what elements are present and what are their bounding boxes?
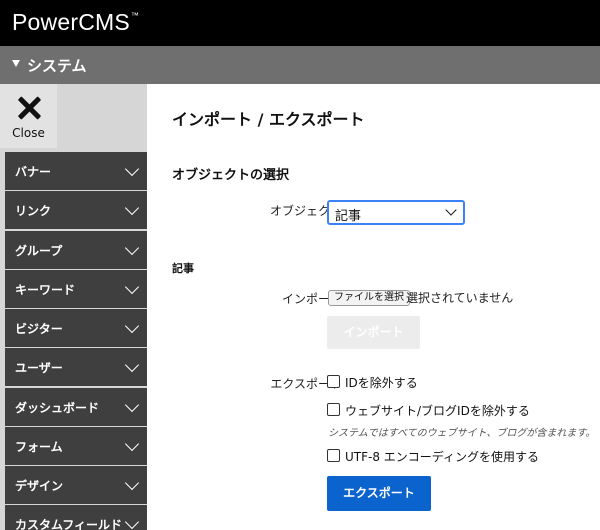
utf8-label: UTF-8 エンコーディングを使用する [345,450,539,464]
sidebar-item-label: フォーム [15,439,63,454]
sidebar-item-dashboard[interactable]: ダッシュボード [5,387,147,426]
sidebar-item-label: リンク [15,204,52,219]
brand-trademark: ™ [130,11,140,20]
import-button[interactable]: インポート [327,316,420,349]
chevron-down-icon [124,397,140,412]
chevron-down-icon [124,515,140,530]
brand-name: PowerCMS [12,9,130,35]
export-hint: システムではすべてのウェブサイト、ブログが含まれます。 [328,428,596,439]
sidebar-item-label: バナー [15,165,52,179]
exclude-blog-id-label: ウェブサイト/ブログIDを除外する [345,404,530,418]
brand-logo[interactable]: PowerCMS™ [12,9,139,36]
sidebar-item-label: ビジター [15,322,63,336]
sidebar-item-custom-field[interactable]: カスタムフィールド [5,505,147,530]
chevron-down-icon [124,201,140,216]
sidebar-item-keyword[interactable]: キーワード [5,269,147,308]
close-icon [15,94,43,122]
chevron-down-icon [124,161,140,177]
sidebar-item-label: ダッシュボード [15,400,100,415]
exclude-id-label: IDを除外する [345,376,418,390]
exclude-blog-id-checkbox[interactable] [327,403,340,416]
chevron-down-icon [124,358,140,373]
object-select-value: 記事 [335,209,362,224]
close-label: Close [12,126,45,140]
scope-bar[interactable]: システム [0,46,600,84]
main-content: インポート / エクスポート オブジェクトの選択 オブジェクト 記事 記事 イン… [147,84,600,530]
caret-down-icon [12,60,20,67]
file-status: 選択されていません [406,291,514,305]
scope-label: システム [27,57,87,75]
sidebar-item-label: ユーザー [15,361,63,376]
sidebar-item-visitor[interactable]: ビジター [5,309,147,347]
sidebar-menu: バナー リンク グループ キーワード ビジター ユーザー ダッシュボード フォー… [5,152,147,530]
sidebar-item-user[interactable]: ユーザー [5,348,147,387]
chevron-down-icon [124,318,140,334]
sidebar-item-label: グループ [15,243,63,258]
page-title: インポート / エクスポート [172,110,365,129]
chevron-down-icon [124,279,140,294]
chevron-down-icon [124,475,140,491]
choose-file-button[interactable]: ファイルを選択 [328,290,410,306]
chevron-down-icon [124,436,140,451]
sidebar-item-design[interactable]: デザイン [5,466,147,504]
sidebar-item-group[interactable]: グループ [5,230,147,269]
exclude-id-checkbox[interactable] [327,375,340,388]
object-select[interactable]: 記事 [327,200,465,225]
top-header: PowerCMS™ [0,0,600,46]
sidebar-item-form[interactable]: フォーム [5,426,147,465]
chevron-down-icon [445,204,457,216]
chevron-down-icon [124,240,140,255]
utf8-checkbox[interactable] [327,449,340,462]
object-section-title: オブジェクトの選択 [172,168,290,183]
sidebar-item-banner[interactable]: バナー [5,152,147,190]
entry-section-title: 記事 [172,262,194,275]
sidebar-item-label: カスタムフィールド [15,518,123,530]
sidebar-item-label: デザイン [15,479,64,493]
sidebar-item-label: キーワード [15,282,76,297]
export-button[interactable]: エクスポート [327,476,431,511]
close-menu-button[interactable]: Close [0,84,57,148]
sidebar-item-link[interactable]: リンク [5,191,147,230]
